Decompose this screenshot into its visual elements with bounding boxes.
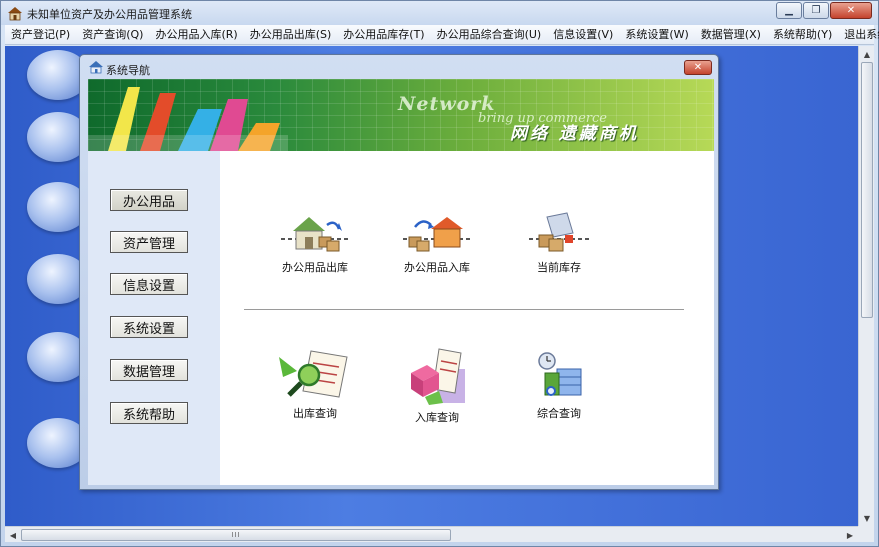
house-icon [8, 7, 22, 21]
tile-label: 当前库存 [537, 261, 581, 274]
sidebar-item-system-help[interactable]: 系统帮助 [110, 402, 188, 424]
menu-supplies-inbound[interactable]: 办公用品入库(R) [149, 25, 243, 45]
close-icon: ✕ [693, 62, 703, 73]
close-icon: ✕ [846, 5, 856, 16]
tile-label: 办公用品出库 [282, 261, 348, 274]
menu-bar: 资产登记(P) 资产查询(Q) 办公用品入库(R) 办公用品出库(S) 办公用品… [5, 25, 879, 45]
header-banner: Network bring up commerce 网络 遗藏商机 [88, 79, 714, 151]
sidebar-item-asset-management[interactable]: 资产管理 [110, 231, 188, 253]
horizontal-scrollbar[interactable]: ◀ III ▶ [5, 526, 858, 542]
vertical-scroll-thumb[interactable] [861, 62, 873, 318]
navigation-window-title: 系统导航 [106, 64, 150, 77]
main-window: 未知单位资产及办公用品管理系统 ▁ ❐ ✕ 资产登记(P) 资产查询(Q) 办公… [0, 0, 879, 547]
warehouse-outbound-icon [281, 217, 349, 252]
warehouse-inbound-icon [403, 217, 471, 252]
horizontal-scroll-thumb[interactable]: III [21, 529, 451, 541]
nav-sidebar: 办公用品 资产管理 信息设置 系统设置 数据管理 系统帮助 [88, 151, 220, 485]
maximize-button[interactable]: ❐ [803, 2, 829, 19]
title-bar[interactable]: 未知单位资产及办公用品管理系统 ▁ ❐ ✕ [1, 1, 878, 25]
menu-supplies-outbound[interactable]: 办公用品出库(S) [244, 25, 338, 45]
navigation-window: 系统导航 ✕ Network bring up commerce 网络 遗藏商机… [79, 54, 719, 490]
inbound-query-icon [411, 348, 465, 405]
tile-label: 综合查询 [537, 407, 581, 420]
menu-asset-query[interactable]: 资产查询(Q) [76, 25, 149, 45]
child-close-button[interactable]: ✕ [684, 60, 712, 75]
menu-data-management[interactable]: 数据管理(X) [695, 25, 767, 45]
section-divider [244, 309, 684, 311]
close-button[interactable]: ✕ [830, 2, 872, 19]
minimize-button[interactable]: ▁ [776, 2, 802, 19]
tile-current-stock[interactable]: 当前库存 [514, 209, 604, 275]
tile-supplies-outbound[interactable]: 办公用品出库 [270, 209, 360, 275]
menu-info-settings[interactable]: 信息设置(V) [547, 25, 619, 45]
menu-asset-register[interactable]: 资产登记(P) [5, 25, 76, 45]
menu-exit[interactable]: 退出系统(Z) [838, 25, 879, 45]
scroll-down-icon[interactable]: ▼ [859, 510, 875, 526]
nav-content-panel: 办公用品出库 办公用品入库 当前库存 出库查询 入库查询 综合查询 [220, 151, 714, 485]
tile-supplies-inbound[interactable]: 办公用品入库 [392, 209, 482, 275]
tile-label: 出库查询 [293, 407, 337, 420]
menu-supplies-stock[interactable]: 办公用品库存(T) [337, 25, 430, 45]
home-icon [89, 61, 103, 74]
vertical-scrollbar[interactable]: ▲ ▼ [858, 46, 874, 526]
scroll-up-icon[interactable]: ▲ [859, 46, 875, 62]
banner-chart-graphic [88, 87, 288, 151]
tile-label: 入库查询 [415, 411, 459, 424]
window-title: 未知单位资产及办公用品管理系统 [27, 8, 192, 21]
tile-comprehensive-query[interactable]: 综合查询 [514, 347, 604, 421]
scroll-left-icon[interactable]: ◀ [5, 527, 21, 543]
scroll-grip: III [231, 531, 241, 539]
sidebar-item-system-settings[interactable]: 系统设置 [110, 316, 188, 338]
current-stock-icon [529, 212, 589, 252]
menu-system-settings[interactable]: 系统设置(W) [619, 25, 694, 45]
scroll-corner [858, 526, 874, 542]
tile-outbound-query[interactable]: 出库查询 [270, 347, 360, 421]
tile-label: 办公用品入库 [404, 261, 470, 274]
sidebar-item-info-settings[interactable]: 信息设置 [110, 273, 188, 295]
menu-supplies-query[interactable]: 办公用品综合查询(U) [431, 25, 548, 45]
scroll-right-icon[interactable]: ▶ [842, 527, 858, 543]
tile-inbound-query[interactable]: 入库查询 [392, 347, 482, 425]
minimize-icon: ▁ [785, 5, 793, 16]
outbound-query-icon [279, 350, 348, 398]
banner-chinese-text: 网络 遗藏商机 [510, 124, 639, 144]
menu-system-help[interactable]: 系统帮助(Y) [767, 25, 838, 45]
restore-icon: ❐ [811, 5, 821, 16]
comprehensive-query-icon [538, 352, 582, 396]
sidebar-item-data-management[interactable]: 数据管理 [110, 359, 188, 381]
sidebar-item-office-supplies[interactable]: 办公用品 [110, 189, 188, 211]
